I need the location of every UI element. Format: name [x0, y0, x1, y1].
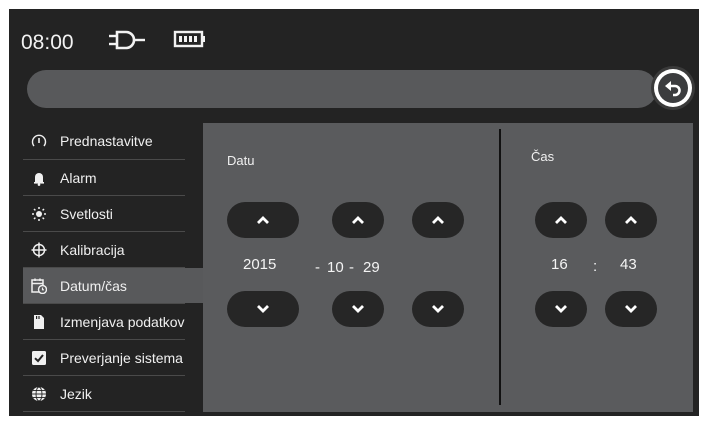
- chevron-down-icon: [257, 305, 269, 313]
- status-bar: 08:00: [9, 9, 699, 69]
- date-section-label: Datu: [227, 153, 255, 168]
- chevron-up-icon: [432, 216, 444, 224]
- chevron-down-icon: [352, 305, 364, 313]
- time-separator: :: [593, 258, 598, 275]
- sidebar-item-alarm[interactable]: Alarm: [23, 160, 199, 195]
- sidebar-item-label: Izmenjava podatkov: [60, 313, 185, 330]
- chevron-up-icon: [555, 216, 567, 224]
- battery-icon: [173, 29, 207, 53]
- sidebar-item-datum-cas[interactable]: Datum/čas: [23, 268, 203, 303]
- section-divider: [499, 129, 501, 405]
- month-up-button[interactable]: [332, 202, 384, 238]
- chevron-down-icon: [555, 305, 567, 313]
- sidebar-item-izmenjava-podatkov[interactable]: Izmenjava podatkov: [23, 304, 199, 339]
- gauge-icon: [31, 133, 47, 149]
- brightness-icon: [31, 206, 47, 222]
- time-section-label: Čas: [531, 149, 555, 164]
- chevron-up-icon: [625, 216, 637, 224]
- chevron-up-icon: [257, 216, 269, 224]
- sidebar-item-label: Kalibracija: [60, 241, 125, 258]
- chevron-down-icon: [625, 305, 637, 313]
- chevron-up-icon: [352, 216, 364, 224]
- hour-value: 16: [551, 256, 568, 273]
- chevron-down-icon: [432, 305, 444, 313]
- day-value: 29: [363, 259, 380, 276]
- sidebar-item-kalibracija[interactable]: Kalibracija: [23, 232, 199, 267]
- sidebar-item-jezik[interactable]: Jezik: [23, 376, 199, 411]
- hour-down-button[interactable]: [535, 291, 587, 327]
- title-bar: [27, 70, 657, 108]
- sidebar-item-svetlosti[interactable]: Svetlosti: [23, 196, 199, 231]
- year-down-button[interactable]: [227, 291, 299, 327]
- sidebar-item-label: Jezik: [60, 385, 92, 402]
- day-down-button[interactable]: [412, 291, 464, 327]
- sidebar-item-label: Alarm: [60, 169, 97, 186]
- sidebar-item-label: Prednastavitve: [60, 132, 153, 149]
- calendar-clock-icon: [31, 278, 47, 294]
- sidebar-item-label: Datum/čas: [60, 277, 127, 294]
- crosshair-icon: [31, 242, 47, 258]
- bell-icon: [31, 170, 47, 186]
- month-separator: -: [315, 259, 320, 276]
- year-up-button[interactable]: [227, 202, 299, 238]
- sidebar-item-preverjanje-sistema[interactable]: Preverjanje sistema: [23, 340, 199, 375]
- device-screen: 08:00 Prednastavitve Alarm Svetlosti Kal…: [9, 9, 699, 416]
- status-time: 08:00: [21, 31, 74, 54]
- month-value: 10: [327, 259, 344, 276]
- datetime-panel: Datu Čas 2015 - 10 - 29 16: 43: [203, 123, 693, 412]
- sd-card-icon: [31, 314, 47, 330]
- minute-up-button[interactable]: [605, 202, 657, 238]
- undo-arrow-icon: [658, 73, 688, 103]
- day-up-button[interactable]: [412, 202, 464, 238]
- back-button[interactable]: [654, 69, 692, 107]
- minute-down-button[interactable]: [605, 291, 657, 327]
- checkbox-icon: [31, 350, 47, 366]
- minute-value: 43: [620, 256, 637, 273]
- menu-divider: [23, 411, 185, 412]
- sidebar-item-label: Svetlosti: [60, 205, 113, 222]
- sidebar-item-prednastavitve[interactable]: Prednastavitve: [23, 123, 199, 158]
- year-value: 2015: [243, 256, 277, 273]
- day-separator: -: [349, 259, 354, 276]
- sidebar-item-label: Preverjanje sistema: [60, 349, 183, 366]
- month-down-button[interactable]: [332, 291, 384, 327]
- globe-icon: [31, 386, 47, 402]
- hour-up-button[interactable]: [535, 202, 587, 238]
- plug-icon: [107, 29, 149, 55]
